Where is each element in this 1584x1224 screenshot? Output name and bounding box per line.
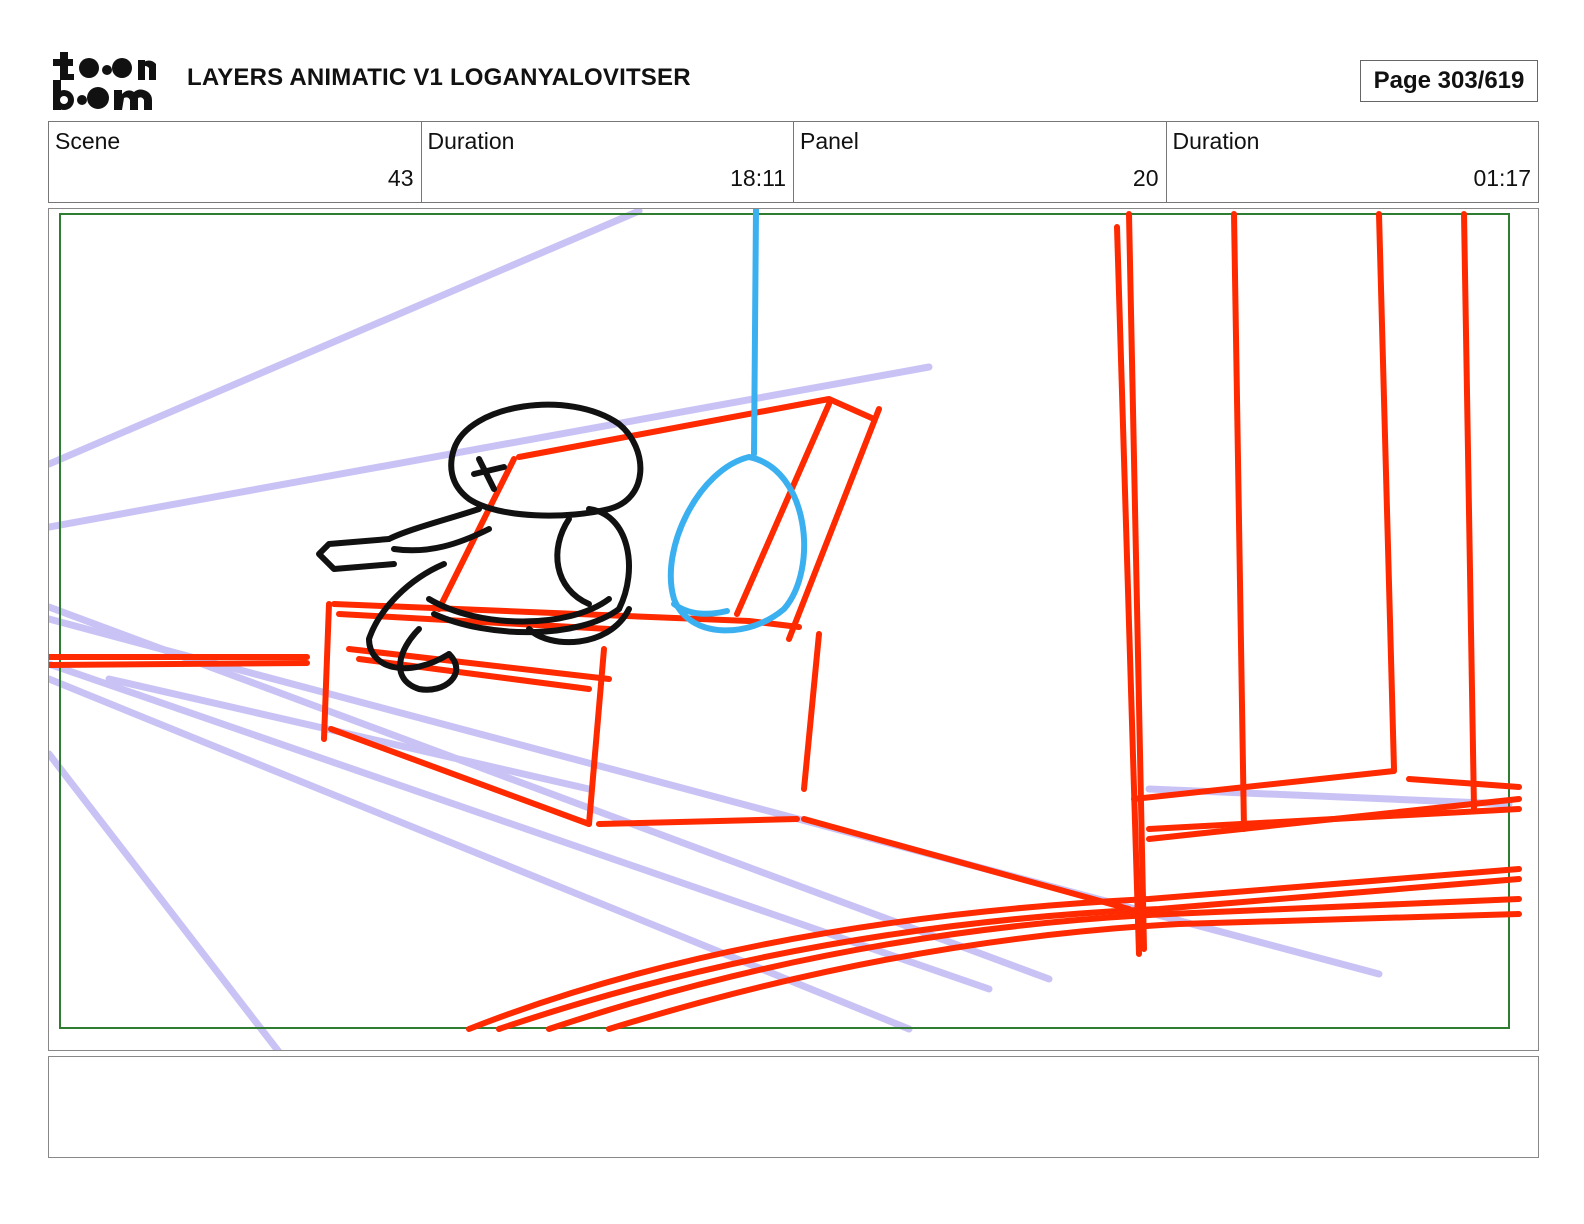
toon-boom-logo xyxy=(50,50,170,114)
storyboard-panel xyxy=(48,208,1539,1051)
perspective-guides xyxy=(49,209,1513,1050)
scene-duration-cell: Duration 18:11 xyxy=(422,122,794,202)
panel-sketch xyxy=(49,209,1522,1050)
hanging-prop-sketch xyxy=(667,209,808,634)
scene-duration-label: Duration xyxy=(427,128,515,154)
panel-cell: Panel 20 xyxy=(794,122,1167,202)
layout-sketch xyxy=(49,211,1522,1032)
panel-duration-cell: Duration 01:17 xyxy=(1167,122,1539,202)
scene-duration-value: 18:11 xyxy=(730,165,786,191)
panel-label: Panel xyxy=(800,128,859,154)
scene-label: Scene xyxy=(55,128,121,154)
scene-cell: Scene 43 xyxy=(49,122,422,202)
document-title: LAYERS ANIMATIC V1 LOGANYALOVITSER xyxy=(187,64,691,91)
page-indicator: Page 303/619 xyxy=(1360,60,1538,102)
panel-caption-box xyxy=(48,1056,1539,1158)
panel-duration-value: 01:17 xyxy=(1473,165,1531,191)
panel-value: 20 xyxy=(1132,165,1159,191)
panel-duration-label: Duration xyxy=(1172,128,1260,154)
scene-value: 43 xyxy=(387,165,414,191)
scene-info-row: Scene 43 Duration 18:11 Panel 20 Duratio… xyxy=(48,121,1539,203)
